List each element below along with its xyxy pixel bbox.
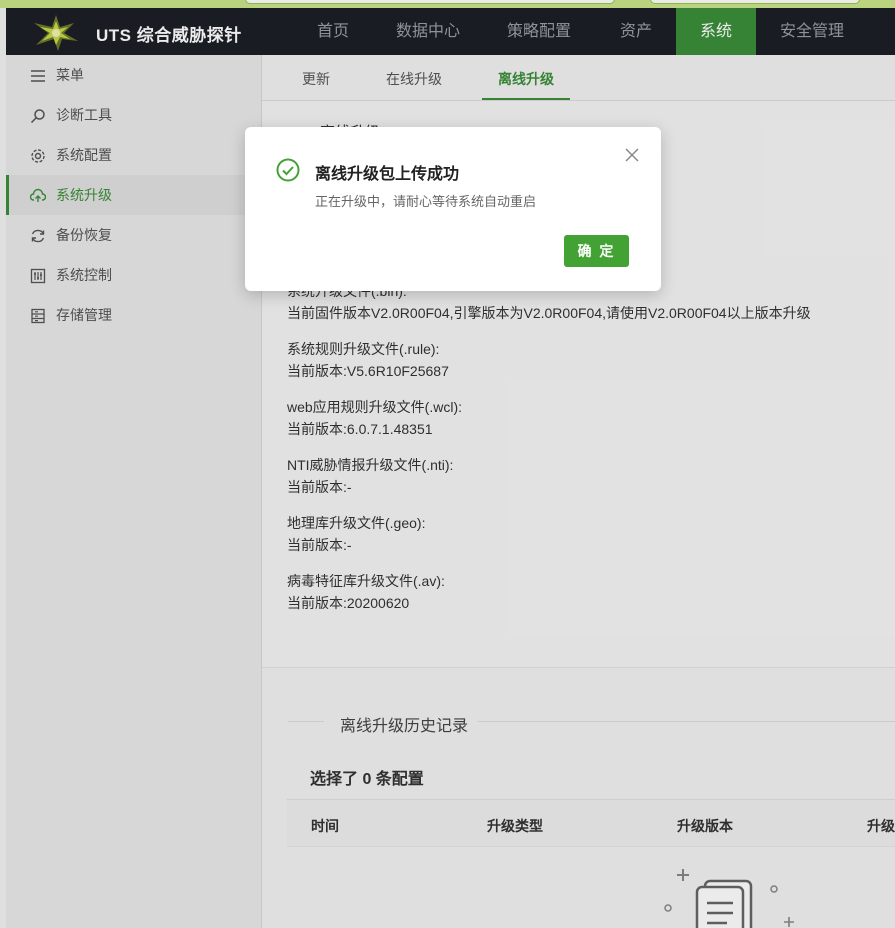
close-icon[interactable] (624, 147, 640, 163)
success-check-icon (276, 158, 300, 182)
dialog-title: 离线升级包上传成功 (315, 166, 460, 183)
success-dialog: 离线升级包上传成功 正在升级中，请耐心等待系统自动重启 确 定 (245, 127, 661, 291)
confirm-button[interactable]: 确 定 (564, 235, 629, 267)
dialog-message: 正在升级中，请耐心等待系统自动重启 (315, 194, 537, 209)
